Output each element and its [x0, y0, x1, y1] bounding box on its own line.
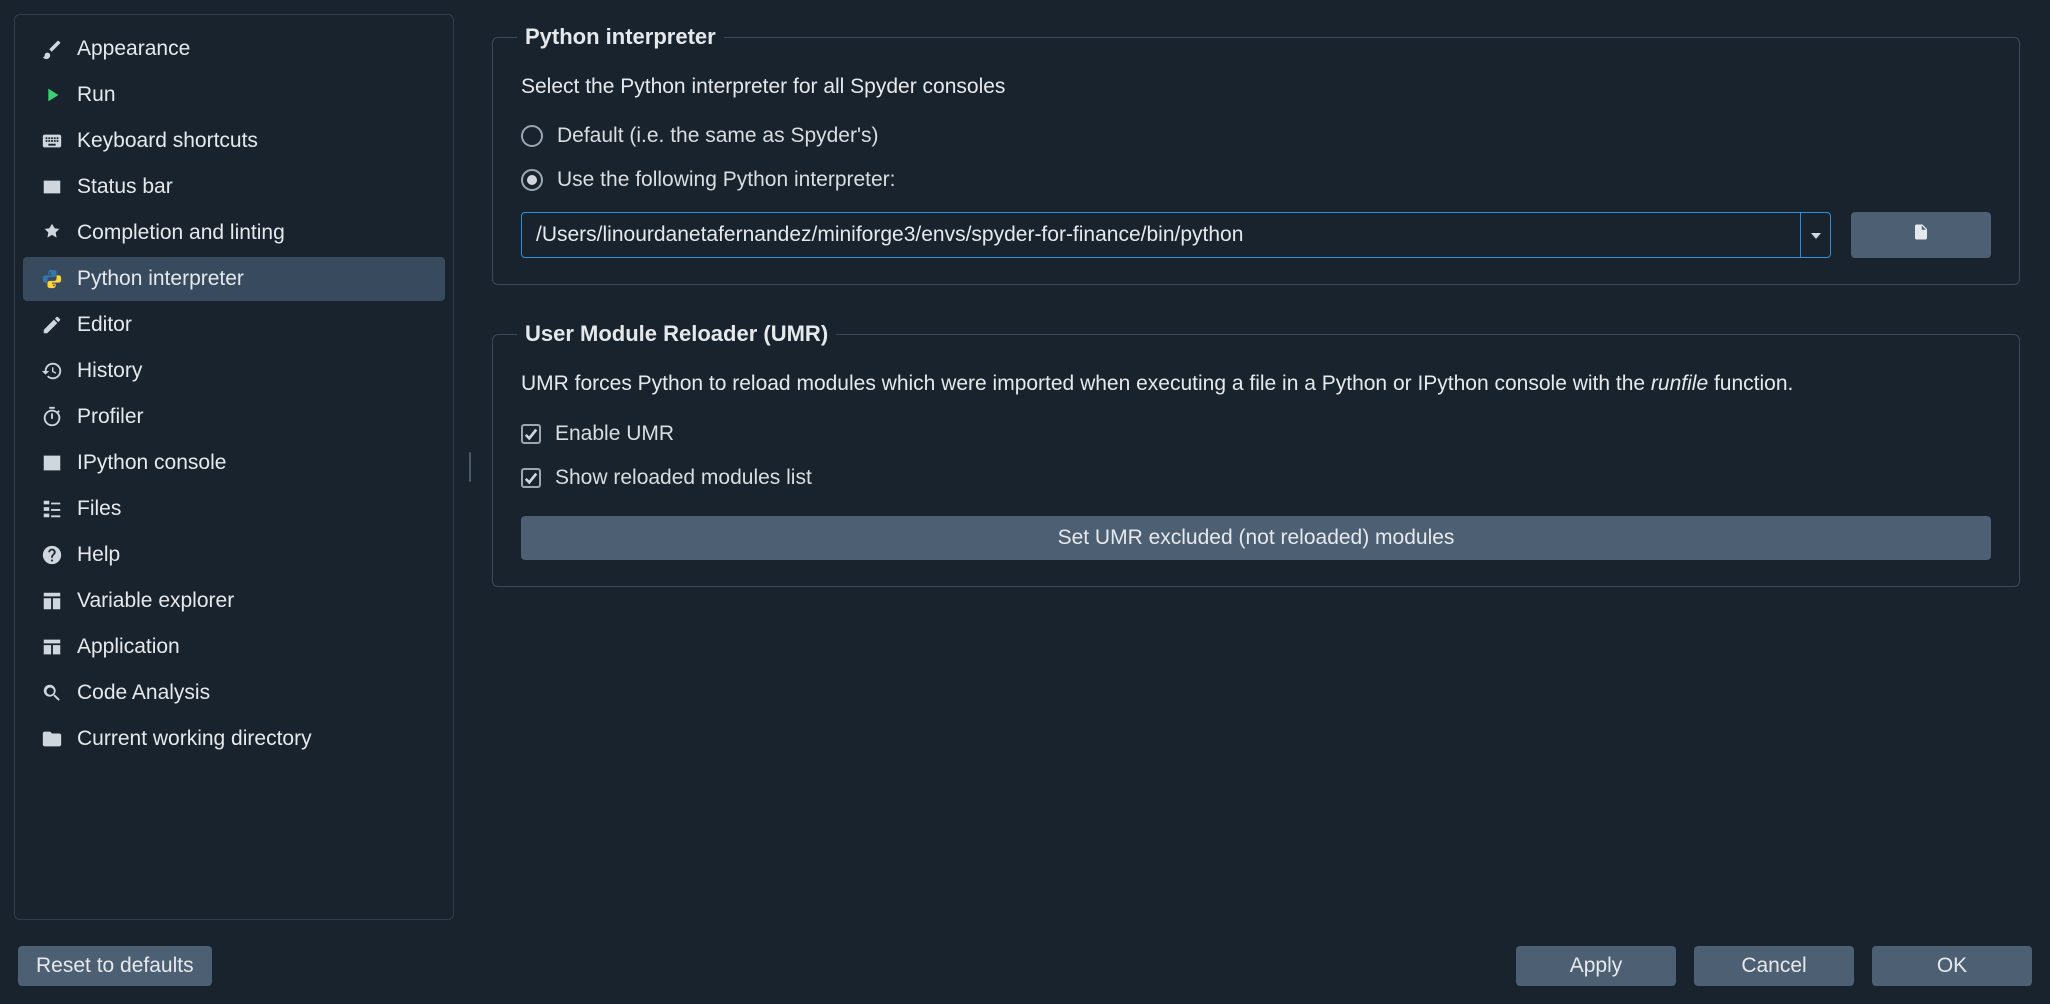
sidebar-item-label: IPython console: [77, 451, 226, 475]
completion-icon: [41, 222, 63, 244]
radio-icon: [521, 125, 543, 147]
set-umr-excluded-button[interactable]: Set UMR excluded (not reloaded) modules: [521, 516, 1991, 560]
sidebar-item-files[interactable]: Files: [23, 487, 445, 531]
sidebar-item-label: Keyboard shortcuts: [77, 129, 258, 153]
sidebar-item-label: Run: [77, 83, 116, 107]
interpreter-path-input[interactable]: [522, 213, 1800, 257]
checkbox-enable-umr[interactable]: Enable UMR: [521, 422, 1991, 446]
reset-defaults-button[interactable]: Reset to defaults: [18, 946, 212, 986]
sidebar-item-label: Status bar: [77, 175, 173, 199]
splitter-handle[interactable]: [466, 14, 474, 920]
radio-default-interpreter[interactable]: Default (i.e. the same as Spyder's): [521, 124, 1991, 148]
search-code-icon: [41, 682, 63, 704]
sidebar-item-label: Code Analysis: [77, 681, 210, 705]
sidebar-item-label: Current working directory: [77, 727, 312, 751]
application-icon: [41, 636, 63, 658]
sidebar-item-completion-linting[interactable]: Completion and linting: [23, 211, 445, 255]
chevron-down-icon: [1811, 224, 1821, 247]
checkbox-show-reloaded[interactable]: Show reloaded modules list: [521, 466, 1991, 490]
checkbox-icon: [521, 424, 541, 444]
history-icon: [41, 360, 63, 382]
sidebar-item-appearance[interactable]: Appearance: [23, 27, 445, 71]
sidebar-item-label: Appearance: [77, 37, 190, 61]
group-legend: User Module Reloader (UMR): [517, 321, 836, 347]
preferences-panel: Python interpreter Select the Python int…: [486, 14, 2036, 920]
umr-desc: UMR forces Python to reload modules whic…: [521, 369, 1991, 399]
umr-group: User Module Reloader (UMR) UMR forces Py…: [492, 321, 2020, 586]
browse-file-button[interactable]: [1851, 212, 1991, 258]
sidebar-item-python-interpreter[interactable]: Python interpreter: [23, 257, 445, 301]
cancel-button[interactable]: Cancel: [1694, 946, 1854, 986]
sidebar-item-variable-explorer[interactable]: Variable explorer: [23, 579, 445, 623]
stopwatch-icon: [41, 406, 63, 428]
terminal-icon: [41, 452, 63, 474]
preferences-sidebar: Appearance Run Keyboard shortcuts Status…: [14, 14, 454, 920]
checkbox-label: Enable UMR: [555, 422, 674, 446]
pencil-icon: [41, 314, 63, 336]
sidebar-item-label: History: [77, 359, 142, 383]
keyboard-icon: [41, 130, 63, 152]
sidebar-item-profiler[interactable]: Profiler: [23, 395, 445, 439]
sidebar-item-editor[interactable]: Editor: [23, 303, 445, 347]
sidebar-item-label: Editor: [77, 313, 132, 337]
play-icon: [41, 84, 63, 106]
sidebar-item-cwd[interactable]: Current working directory: [23, 717, 445, 761]
sidebar-item-application[interactable]: Application: [23, 625, 445, 669]
sidebar-item-label: Profiler: [77, 405, 144, 429]
checkbox-icon: [521, 468, 541, 488]
sidebar-item-label: Completion and linting: [77, 221, 285, 245]
radio-label: Use the following Python interpreter:: [557, 168, 896, 192]
help-icon: [41, 544, 63, 566]
sidebar-item-run[interactable]: Run: [23, 73, 445, 117]
radio-icon: [521, 169, 543, 191]
sidebar-item-status-bar[interactable]: Status bar: [23, 165, 445, 209]
dialog-footer: Reset to defaults Apply Cancel OK: [0, 934, 2050, 1004]
files-tree-icon: [41, 498, 63, 520]
brush-icon: [41, 38, 63, 60]
group-desc: Select the Python interpreter for all Sp…: [521, 72, 1991, 102]
radio-label: Default (i.e. the same as Spyder's): [557, 124, 878, 148]
sidebar-item-help[interactable]: Help: [23, 533, 445, 577]
sidebar-item-code-analysis[interactable]: Code Analysis: [23, 671, 445, 715]
table-icon: [41, 590, 63, 612]
python-interpreter-group: Python interpreter Select the Python int…: [492, 24, 2020, 285]
apply-button[interactable]: Apply: [1516, 946, 1676, 986]
sidebar-item-label: Files: [77, 497, 121, 521]
python-icon: [41, 268, 63, 290]
sidebar-item-label: Python interpreter: [77, 267, 244, 291]
statusbar-icon: [41, 176, 63, 198]
radio-custom-interpreter[interactable]: Use the following Python interpreter:: [521, 168, 1991, 192]
dropdown-button[interactable]: [1800, 213, 1830, 257]
sidebar-item-ipython-console[interactable]: IPython console: [23, 441, 445, 485]
sidebar-item-label: Help: [77, 543, 120, 567]
folder-icon: [41, 728, 63, 750]
interpreter-path-combo[interactable]: [521, 212, 1831, 258]
sidebar-item-keyboard-shortcuts[interactable]: Keyboard shortcuts: [23, 119, 445, 163]
sidebar-item-label: Variable explorer: [77, 589, 234, 613]
ok-button[interactable]: OK: [1872, 946, 2032, 986]
sidebar-item-history[interactable]: History: [23, 349, 445, 393]
group-legend: Python interpreter: [517, 24, 724, 50]
sidebar-item-label: Application: [77, 635, 180, 659]
file-icon: [1912, 221, 1930, 249]
checkbox-label: Show reloaded modules list: [555, 466, 812, 490]
